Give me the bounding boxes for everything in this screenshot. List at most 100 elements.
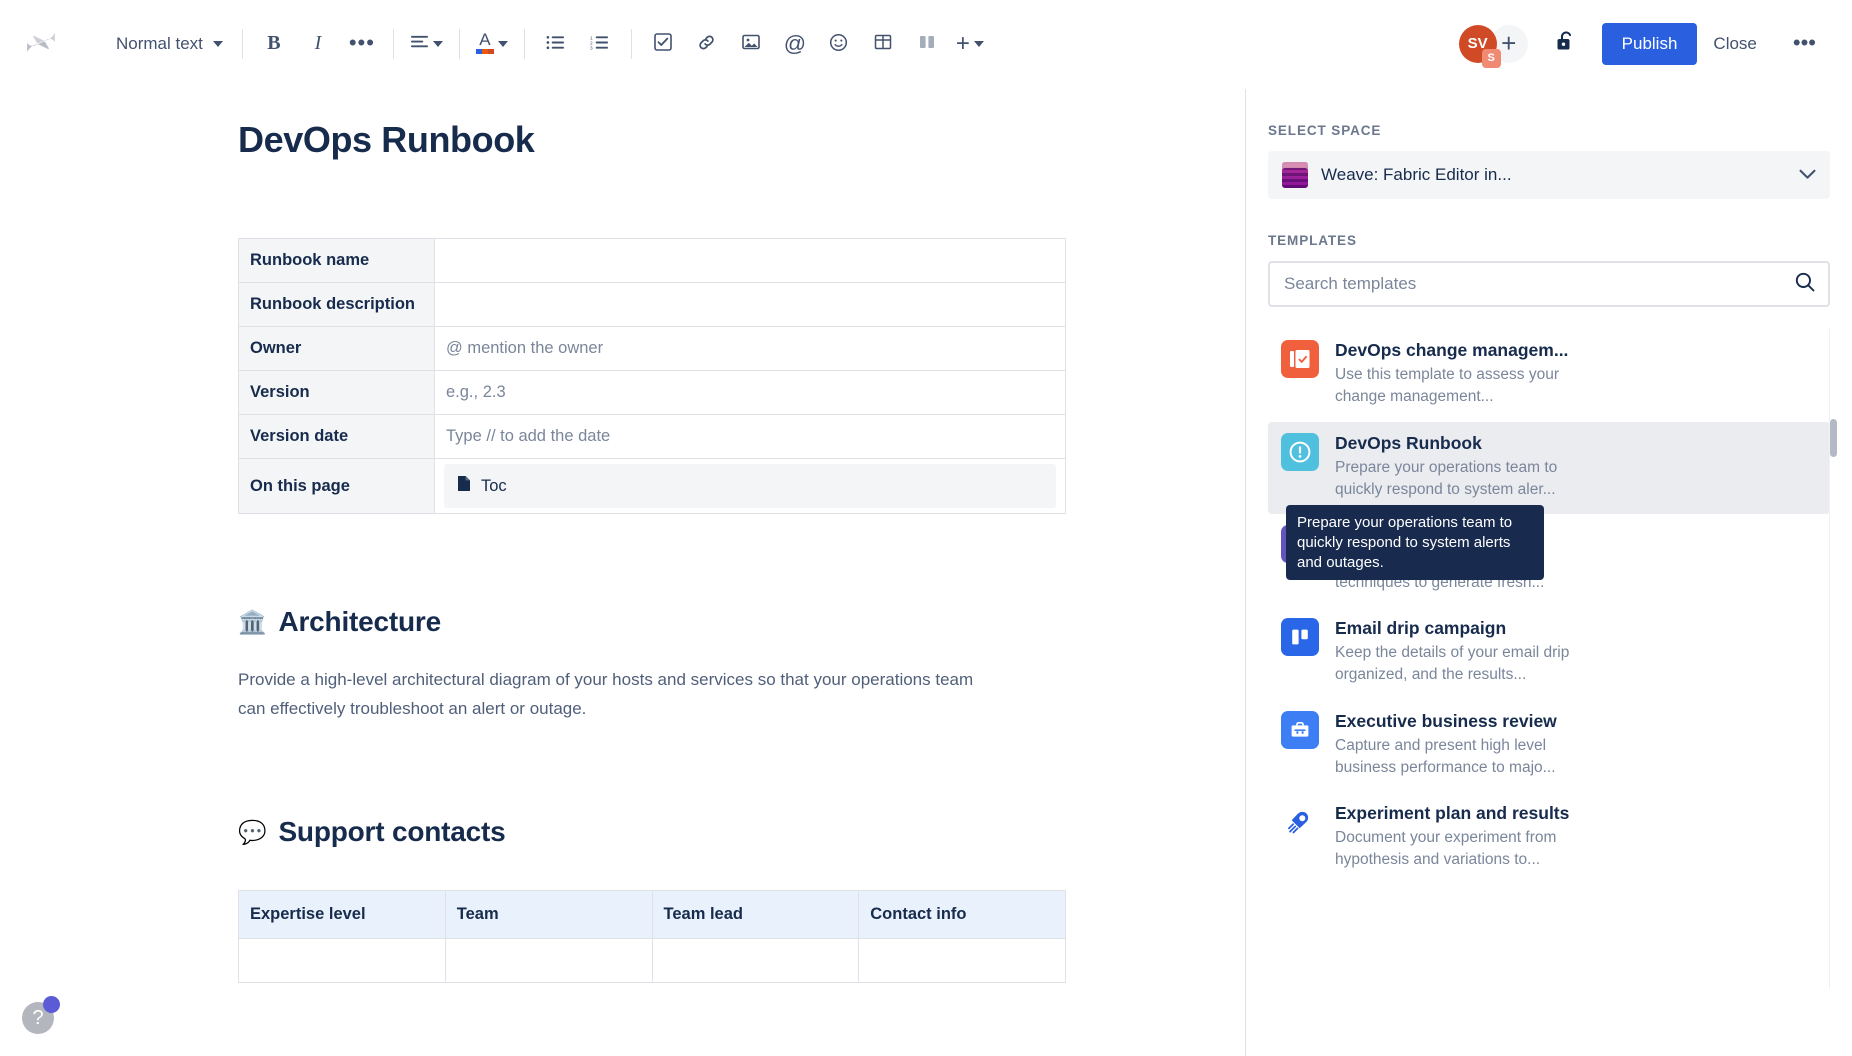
search-input[interactable] (1284, 274, 1794, 294)
table-cell[interactable] (859, 939, 1066, 983)
page-document-icon (457, 475, 471, 497)
table-row[interactable]: Owner @ mention the owner (239, 327, 1066, 371)
page-title[interactable]: DevOps Runbook (238, 119, 1068, 161)
avatar[interactable]: SV S (1459, 25, 1497, 63)
template-description: Use this template to assess your change … (1335, 364, 1587, 409)
left-rail (0, 89, 78, 1056)
templates-label: TEMPLATES (1268, 233, 1830, 248)
plus-icon: + (1501, 28, 1516, 59)
text-color-button[interactable]: A (469, 22, 515, 66)
table-button[interactable] (861, 22, 905, 66)
list-item[interactable]: Experiment plan and results Document you… (1268, 792, 1830, 885)
page-restrictions-button[interactable] (1544, 22, 1588, 66)
templates-list[interactable]: DevOps change managem... Use this templa… (1268, 329, 1830, 1029)
space-selector[interactable]: Weave: Fabric Editor in... (1268, 151, 1830, 199)
text-align-button[interactable] (403, 22, 450, 66)
mention-button[interactable]: @ (773, 22, 817, 66)
table-row[interactable] (239, 939, 1066, 983)
table-row[interactable]: Runbook description (239, 283, 1066, 327)
table-header-row: Expertise level Team Team lead Contact i… (239, 891, 1066, 939)
link-button[interactable] (685, 22, 729, 66)
toolbar-divider (393, 29, 394, 59)
row-value[interactable]: e.g., 2.3 (435, 371, 1066, 415)
row-value[interactable]: Toc (435, 459, 1066, 514)
chevron-down-icon (213, 41, 223, 47)
notification-dot (43, 996, 60, 1013)
row-value[interactable]: Type // to add the date (435, 415, 1066, 459)
italic-button[interactable]: I (296, 22, 340, 66)
text-align-icon (410, 34, 429, 54)
table-cell[interactable] (239, 939, 446, 983)
template-tooltip: Prepare your operations team to quickly … (1286, 505, 1544, 580)
section-heading-support-contacts[interactable]: 💬 Support contacts (238, 816, 1068, 848)
table-row[interactable]: Version date Type // to add the date (239, 415, 1066, 459)
runbook-info-table[interactable]: Runbook name Runbook description Owner @… (238, 238, 1066, 514)
editor-toolbar: Normal text B I ••• (0, 0, 1852, 88)
list-item-text: DevOps Runbook Prepare your operations t… (1335, 433, 1587, 502)
chevron-down-icon (433, 41, 443, 47)
numbered-list-icon: 1 2 3 (590, 34, 609, 54)
toolbar-divider (459, 29, 460, 59)
column-header: Team (445, 891, 652, 939)
image-button[interactable] (729, 22, 773, 66)
section-title: Support contacts (278, 816, 505, 848)
text-style-dropdown[interactable]: Normal text (104, 27, 233, 61)
template-description: Keep the details of your email drip orga… (1335, 642, 1587, 687)
space-avatar-icon (1282, 162, 1308, 188)
list-item[interactable]: Executive business review Capture and pr… (1268, 700, 1830, 793)
row-key: Owner (239, 327, 435, 371)
close-button[interactable]: Close (1697, 23, 1772, 65)
table-cell[interactable] (445, 939, 652, 983)
table-row[interactable]: Version e.g., 2.3 (239, 371, 1066, 415)
table-icon (874, 33, 892, 54)
row-value[interactable] (435, 239, 1066, 283)
support-contacts-table[interactable]: Expertise level Team Team lead Contact i… (238, 890, 1066, 983)
plus-icon: + (956, 35, 970, 53)
template-title: DevOps change managem... (1335, 340, 1587, 361)
text-style-label: Normal text (116, 34, 203, 54)
row-value[interactable]: @ mention the owner (435, 327, 1066, 371)
template-title: Email drip campaign (1335, 618, 1587, 639)
question-mark-icon: ? (32, 1007, 43, 1030)
scrollbar-thumb[interactable] (1830, 419, 1837, 457)
briefcase-icon (1281, 711, 1319, 749)
numbered-list-button[interactable]: 1 2 3 (578, 22, 622, 66)
list-item-text: Email drip campaign Keep the details of … (1335, 618, 1587, 687)
templates-scrollbar[interactable] (1829, 329, 1836, 989)
task-button[interactable] (641, 22, 685, 66)
row-value[interactable] (435, 283, 1066, 327)
more-options-button[interactable]: ••• (1781, 25, 1828, 62)
select-space-label: SELECT SPACE (1268, 123, 1830, 138)
section-heading-architecture[interactable]: 🏛️ Architecture (238, 606, 1068, 638)
list-item[interactable]: DevOps Runbook Prepare your operations t… (1268, 422, 1830, 515)
emoji-button[interactable] (817, 22, 861, 66)
column-header: Team lead (652, 891, 859, 939)
toc-macro-chip[interactable]: Toc (444, 464, 1056, 508)
help-button[interactable]: ? (22, 1002, 54, 1034)
table-row[interactable]: On this page Toc (239, 459, 1066, 514)
document-body: DevOps Runbook Runbook name Runbook desc… (238, 119, 1068, 983)
publish-button[interactable]: Publish (1602, 23, 1698, 65)
bullet-list-button[interactable] (534, 22, 578, 66)
toolbar-divider (242, 29, 243, 59)
layout-button[interactable] (905, 22, 949, 66)
architecture-paragraph[interactable]: Provide a high-level architectural diagr… (238, 665, 998, 723)
table-cell[interactable] (652, 939, 859, 983)
link-icon (697, 33, 716, 55)
rocket-comet-icon (1281, 803, 1319, 841)
more-formatting-button[interactable]: ••• (340, 22, 384, 66)
document-editor[interactable]: DevOps Runbook Runbook name Runbook desc… (78, 89, 1245, 1056)
section-title: Architecture (278, 606, 441, 638)
list-item[interactable]: DevOps change managem... Use this templa… (1268, 329, 1830, 422)
bold-button[interactable]: B (252, 22, 296, 66)
toolbar-divider (631, 29, 632, 59)
search-icon[interactable] (1794, 271, 1816, 298)
space-name: Weave: Fabric Editor in... (1321, 165, 1786, 185)
table-row[interactable]: Runbook name (239, 239, 1066, 283)
insert-button[interactable]: + (949, 22, 991, 66)
list-item[interactable]: Email drip campaign Keep the details of … (1268, 607, 1830, 700)
template-description: Document your experiment from hypothesis… (1335, 827, 1587, 872)
template-title: Executive business review (1335, 711, 1587, 732)
bullet-list-icon (546, 34, 565, 54)
search-templates-box[interactable] (1268, 261, 1830, 307)
